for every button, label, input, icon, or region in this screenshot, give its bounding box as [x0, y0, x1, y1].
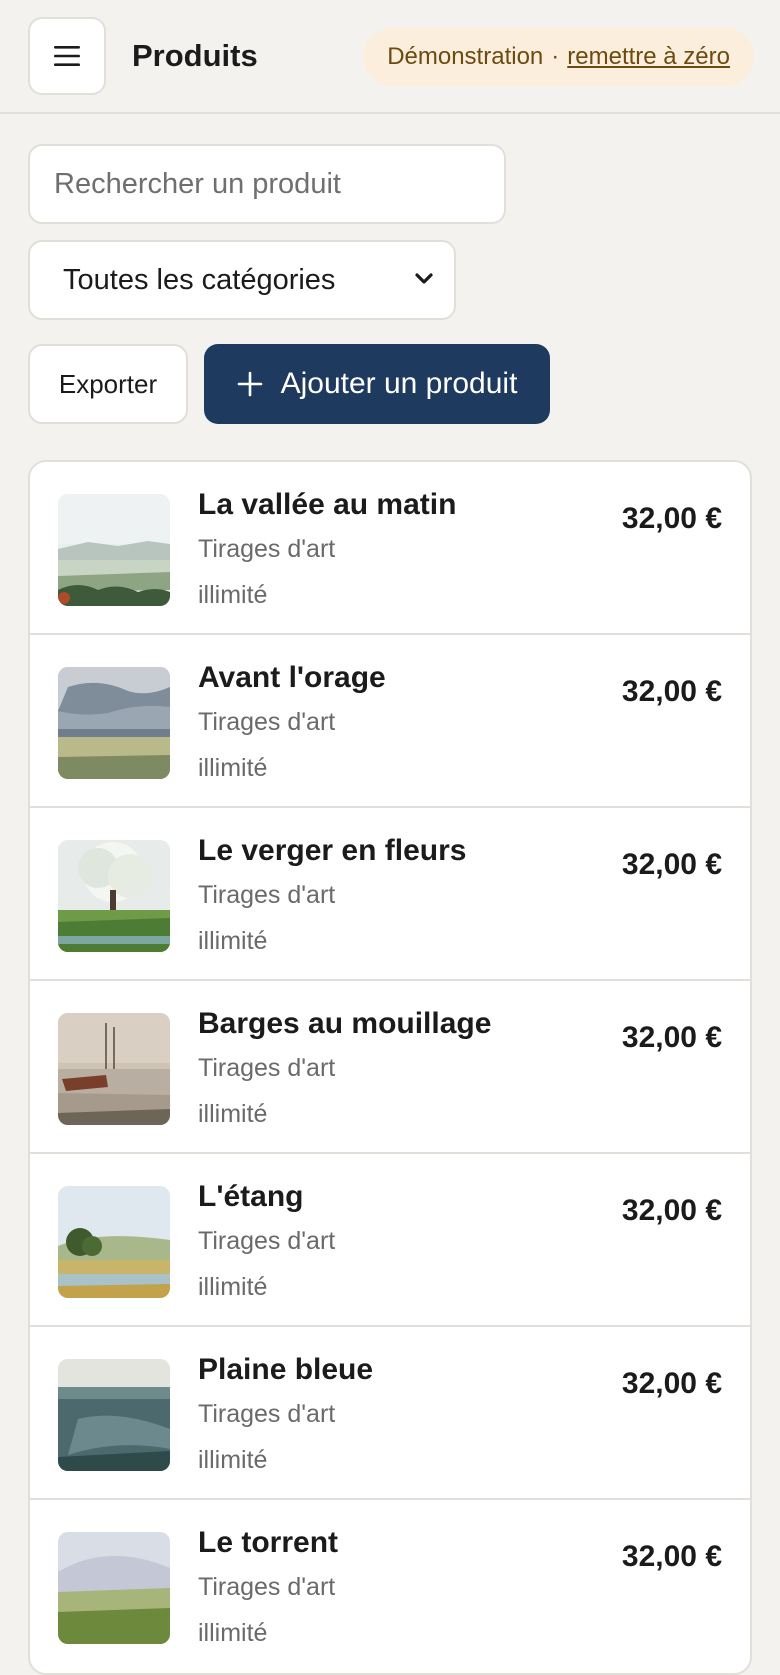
product-category: Tirages d'art — [198, 881, 336, 909]
category-select-value: Toutes les catégories — [63, 263, 336, 296]
product-category: Tirages d'art — [198, 1054, 336, 1082]
top-bar: Produits Démonstration · remettre à zéro — [0, 0, 780, 114]
product-category: Tirages d'art — [198, 1400, 336, 1428]
add-product-button[interactable]: Ajouter un produit — [204, 344, 550, 424]
product-row[interactable]: La vallée au matin Tirages d'art illimit… — [30, 462, 750, 635]
product-thumbnail — [58, 667, 170, 779]
demo-badge: Démonstration · remettre à zéro — [363, 28, 754, 86]
product-row[interactable]: Plaine bleue Tirages d'art illimité 32,0… — [30, 1327, 750, 1500]
demo-separator: · — [551, 43, 560, 70]
product-stock: illimité — [198, 1273, 268, 1301]
product-price: 32,00 € — [621, 675, 722, 708]
plus-icon — [237, 371, 263, 397]
product-category: Tirages d'art — [198, 1227, 336, 1255]
product-stock: illimité — [198, 1446, 268, 1474]
product-name: Plaine bleue — [198, 1353, 374, 1386]
product-category: Tirages d'art — [198, 535, 336, 563]
product-stock: illimité — [198, 1100, 268, 1128]
product-row[interactable]: Le verger en fleurs Tirages d'art illimi… — [30, 808, 750, 981]
product-name: Le torrent — [198, 1526, 339, 1559]
product-thumbnail — [58, 840, 170, 952]
product-price: 32,00 € — [621, 848, 722, 881]
product-price: 32,00 € — [621, 1194, 722, 1227]
hamburger-icon — [54, 46, 80, 66]
product-name: L'étang — [198, 1180, 304, 1213]
menu-button[interactable] — [28, 17, 106, 95]
product-row[interactable]: L'étang Tirages d'art illimité 32,00 € — [30, 1154, 750, 1327]
product-row[interactable]: Le torrent Tirages d'art illimité 32,00 … — [30, 1500, 750, 1673]
product-name: Le verger en fleurs — [198, 834, 467, 867]
export-button[interactable]: Exporter — [28, 344, 188, 424]
demo-label: Démonstration — [387, 43, 544, 70]
product-thumbnail — [58, 1013, 170, 1125]
product-row[interactable]: Avant l'orage Tirages d'art illimité 32,… — [30, 635, 750, 808]
chevron-down-icon — [415, 273, 433, 284]
product-price: 32,00 € — [621, 1540, 722, 1573]
product-thumbnail — [58, 1359, 170, 1471]
export-button-label: Exporter — [58, 368, 158, 399]
product-category: Tirages d'art — [198, 708, 336, 736]
reset-link[interactable]: remettre à zéro — [567, 43, 730, 71]
product-name: Barges au mouillage — [198, 1007, 492, 1040]
product-stock: illimité — [198, 927, 268, 955]
product-row[interactable]: Barges au mouillage Tirages d'art illimi… — [30, 981, 750, 1154]
product-name: Avant l'orage — [198, 661, 386, 694]
search-input[interactable] — [28, 144, 506, 224]
product-price: 32,00 € — [621, 502, 722, 535]
product-thumbnail — [58, 494, 170, 606]
product-name: La vallée au matin — [198, 488, 457, 521]
product-stock: illimité — [198, 754, 268, 782]
product-list: La vallée au matin Tirages d'art illimit… — [28, 460, 752, 1675]
product-price: 32,00 € — [621, 1367, 722, 1400]
product-stock: illimité — [198, 1619, 268, 1647]
product-price: 32,00 € — [621, 1021, 722, 1054]
product-category: Tirages d'art — [198, 1573, 336, 1601]
category-select[interactable]: Toutes les catégories — [28, 240, 456, 320]
product-stock: illimité — [198, 581, 268, 609]
add-product-label: Ajouter un produit — [280, 367, 518, 400]
product-thumbnail — [58, 1186, 170, 1298]
product-thumbnail — [58, 1532, 170, 1644]
page-title: Produits — [132, 38, 258, 73]
